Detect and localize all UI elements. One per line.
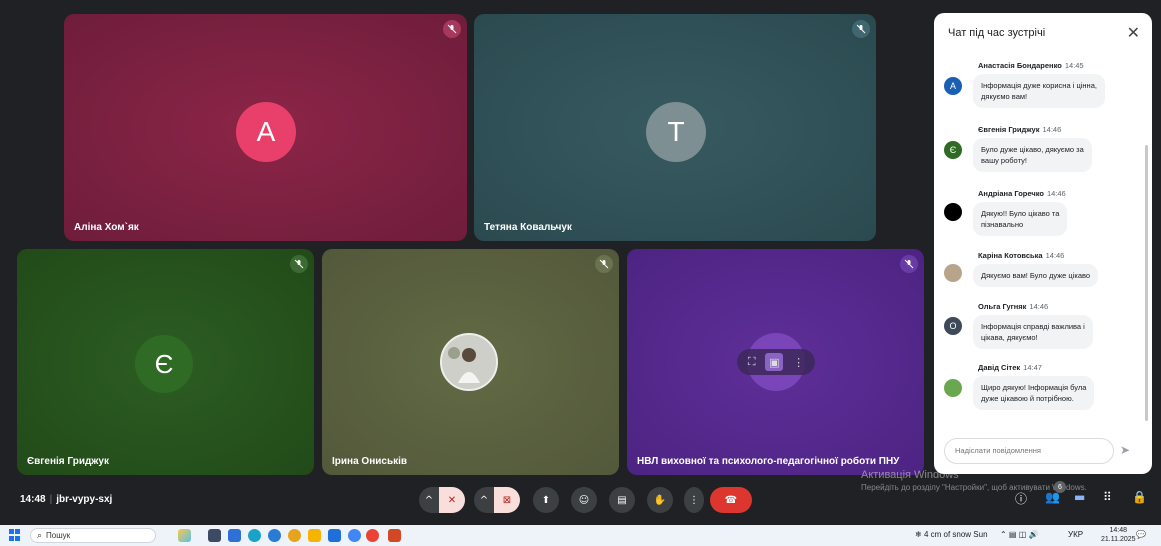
meeting-code: jbr-vypy-sxj bbox=[56, 494, 113, 505]
pin-icon[interactable]: ▣ bbox=[765, 353, 784, 371]
tile-hover-controls: ⛶ ▣ ⋮ bbox=[737, 349, 815, 375]
leave-call-button[interactable]: ☎ bbox=[710, 487, 752, 513]
windows-taskbar: ⌕ Пошук ❄ 4 cm of snow Sun ⌃ ▤ ◫ 🔊 УКР 14… bbox=[0, 525, 1161, 546]
chat-title: Чат під час зустрічі bbox=[948, 27, 1046, 39]
file-explorer-icon[interactable] bbox=[308, 529, 321, 542]
mic-off-icon bbox=[595, 255, 613, 273]
chrome-icon[interactable] bbox=[288, 529, 301, 542]
chat-author: Ольга Гугняк 14:46 bbox=[978, 302, 1049, 311]
chat-bubble: Інформація справді важлива і цікава, дяку… bbox=[973, 315, 1093, 349]
avatar: Є bbox=[135, 335, 193, 393]
present-icon: ⬆ bbox=[541, 494, 551, 506]
edge-browser-icon[interactable] bbox=[268, 529, 281, 542]
participants-count-badge: 6 bbox=[1054, 481, 1066, 493]
chat-bubble: Щиро дякую! Інформація була дуже цікавою … bbox=[973, 376, 1095, 410]
hand-icon: ✋ bbox=[653, 494, 667, 506]
chat-author: Давід Сітек 14:47 bbox=[978, 363, 1042, 372]
store-icon[interactable] bbox=[328, 529, 341, 542]
mic-off-icon bbox=[290, 255, 308, 273]
host-controls-icon[interactable]: 🔒 bbox=[1132, 490, 1147, 504]
participant-name: НВЛ виховної та психолого-педагогічної р… bbox=[637, 456, 900, 467]
windows-activation-watermark: Активація Windows Перейдіть до розділу "… bbox=[861, 469, 1087, 492]
participant-tile[interactable]: A Аліна Хом`як bbox=[64, 14, 467, 241]
chat-bubble: Дякую!! Було цікаво та пізнавально bbox=[973, 202, 1068, 236]
chat-icon[interactable]: ▬ bbox=[1074, 490, 1085, 504]
chat-bubble: Інформація дуже корисна і цінна, дякуємо … bbox=[973, 74, 1105, 108]
participant-name: Аліна Хом`як bbox=[74, 222, 139, 233]
participant-tile[interactable]: Є Євгенія Гриджук bbox=[17, 249, 314, 475]
windows-start-icon[interactable] bbox=[9, 529, 21, 541]
more-options-icon: ⋮ bbox=[689, 494, 699, 506]
participant-tile[interactable]: T Тетяна Ковальчук bbox=[474, 14, 876, 241]
snow-icon: ❄ bbox=[915, 530, 922, 539]
avatar: О bbox=[944, 317, 962, 335]
emoji-icon: ☺ bbox=[578, 494, 590, 506]
raise-hand-button[interactable]: ✋ bbox=[647, 487, 673, 513]
chat-author: Євгенія Гриджук 14:46 bbox=[978, 125, 1062, 134]
taskbar-clock[interactable]: 14:48 21.11.2025 bbox=[1101, 526, 1136, 544]
widgets-icon[interactable] bbox=[228, 529, 241, 542]
participant-name: Ірина Ониськів bbox=[332, 456, 408, 467]
send-icon[interactable]: ➤ bbox=[1120, 443, 1130, 457]
mic-off-icon: ✕ bbox=[447, 494, 457, 506]
frame-icon[interactable]: ⛶ bbox=[748, 355, 756, 369]
avatar-photo bbox=[440, 333, 498, 391]
edge-icon[interactable] bbox=[248, 529, 261, 542]
chat-input[interactable] bbox=[955, 446, 1105, 455]
mic-off-icon bbox=[852, 20, 870, 38]
mic-off-icon bbox=[900, 255, 918, 273]
chat-bubble: Дякуємо вам! Було дуже цікаво bbox=[973, 264, 1099, 287]
meeting-time: 14:48 bbox=[20, 494, 46, 505]
participant-name: Євгенія Гриджук bbox=[27, 456, 109, 467]
reactions-button[interactable]: ☺ bbox=[571, 487, 597, 513]
chat-scrollbar[interactable] bbox=[1145, 145, 1148, 421]
chrome-profile-icon[interactable] bbox=[348, 529, 361, 542]
avatar: A bbox=[944, 77, 962, 95]
avatar bbox=[944, 203, 962, 221]
chat-bubble: Було дуже цікаво, дякуємо за вашу роботу! bbox=[973, 138, 1092, 172]
taskbar-search[interactable]: ⌕ Пошук bbox=[30, 528, 156, 543]
meet-window: A Аліна Хом`як T Тетяна Ковальчук Є Євге… bbox=[0, 0, 1161, 546]
avatar: T bbox=[646, 102, 706, 162]
avatar-photo bbox=[944, 264, 962, 282]
avatar-photo bbox=[944, 379, 962, 397]
more-options-icon[interactable]: ⋮ bbox=[793, 356, 804, 369]
chat-author: Каріна Котовська 14:46 bbox=[978, 251, 1065, 260]
camera-toggle-button[interactable]: ⊠ bbox=[494, 487, 520, 513]
notifications-icon[interactable]: 💬 bbox=[1136, 530, 1146, 539]
chat-author: Андріана Горечко 14:46 bbox=[978, 189, 1066, 198]
participant-tile[interactable]: Ірина Ониськів bbox=[322, 249, 619, 475]
captions-button[interactable]: ▤ bbox=[609, 487, 635, 513]
mic-off-icon bbox=[443, 20, 461, 38]
camera-off-icon: ⊠ bbox=[502, 494, 512, 506]
language-indicator[interactable]: УКР bbox=[1068, 530, 1083, 539]
close-icon[interactable]: ✕ bbox=[1127, 23, 1140, 42]
mic-options-button[interactable]: ^ bbox=[419, 487, 439, 513]
present-button[interactable]: ⬆ bbox=[533, 487, 559, 513]
task-view-icon[interactable] bbox=[208, 529, 221, 542]
meeting-info: 14:48 | jbr-vypy-sxj bbox=[20, 494, 113, 505]
chat-input-box[interactable] bbox=[944, 438, 1114, 464]
hang-up-icon: ☎ bbox=[724, 494, 738, 506]
participant-name: Тетяна Ковальчук bbox=[484, 222, 572, 233]
chrome-active-icon[interactable] bbox=[366, 529, 379, 542]
powerpoint-icon[interactable] bbox=[388, 529, 401, 542]
activities-icon[interactable]: ⠿ bbox=[1103, 490, 1112, 504]
mic-toggle-button[interactable]: ✕ bbox=[439, 487, 465, 513]
participant-tile[interactable]: ⛶ ▣ ⋮ НВЛ виховної та психолого-педагогі… bbox=[627, 249, 924, 475]
chat-panel: Чат під час зустрічі ✕ A Анастасія Бонда… bbox=[934, 13, 1152, 474]
tray-icons[interactable]: ⌃ ▤ ◫ 🔊 bbox=[1000, 530, 1038, 539]
avatar: Є bbox=[944, 141, 962, 159]
weather-widget[interactable]: ❄ 4 cm of snow Sun bbox=[915, 530, 988, 539]
captions-icon: ▤ bbox=[617, 494, 627, 506]
info-icon[interactable]: ⓘ bbox=[1015, 490, 1027, 507]
avatar: A bbox=[236, 102, 296, 162]
more-options-button[interactable]: ⋮ bbox=[684, 487, 704, 513]
camera-options-button[interactable]: ^ bbox=[474, 487, 494, 513]
copilot-icon[interactable] bbox=[178, 529, 191, 542]
chat-author: Анастасія Бондаренко 14:45 bbox=[978, 61, 1084, 70]
search-icon: ⌕ bbox=[37, 530, 43, 541]
